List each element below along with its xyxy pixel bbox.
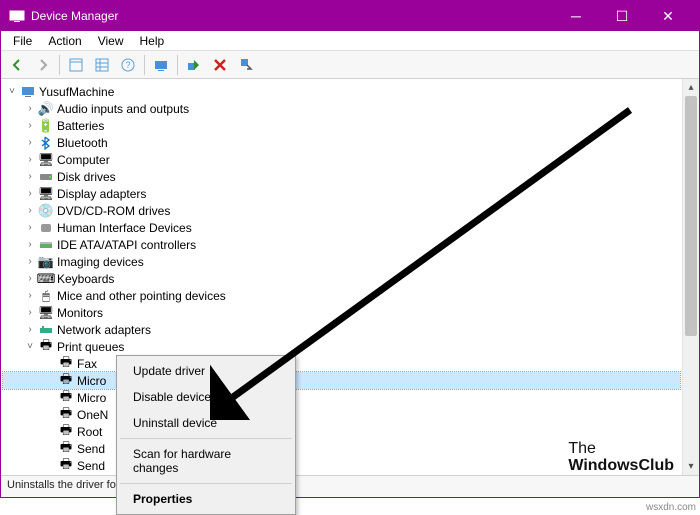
titlebar[interactable]: Device Manager ─ ☐ ✕ [1,1,699,31]
ctx-disable-device[interactable]: Disable device [119,384,293,410]
ctx-properties[interactable]: Properties [119,486,293,512]
computer-icon: 🖥 [37,152,55,168]
scroll-thumb[interactable] [685,96,697,336]
ctx-update-driver[interactable]: Update driver [119,358,293,384]
tree-category[interactable]: ›Network adapters [3,321,680,338]
display-icon: 🖥 [37,186,55,202]
toolbar-disable-button[interactable] [208,53,232,77]
tree-category[interactable]: ›Human Interface Devices [3,219,680,236]
scroll-track[interactable] [683,96,699,458]
expander-icon[interactable]: › [23,256,37,267]
device-manager-window: Device Manager ─ ☐ ✕ File Action View He… [0,0,700,498]
tree-device-selected[interactable]: 🖶Micro [3,372,680,389]
toolbar-show-hidden-button[interactable] [64,53,88,77]
tree-device[interactable]: 🖶Micro [3,389,680,406]
tree-root[interactable]: ˅ YusufMachine [3,83,680,100]
minimize-button[interactable]: ─ [553,1,599,31]
dvd-icon: 💿 [37,203,55,219]
tree-category[interactable]: ›🔋Batteries [3,117,680,134]
watermark: The WindowsClub [568,441,674,475]
expander-icon[interactable]: › [23,120,37,131]
expander-icon[interactable]: › [23,239,37,250]
menu-file[interactable]: File [5,32,40,50]
battery-icon: 🔋 [37,118,55,134]
svg-text:?: ? [125,60,130,70]
expander-icon[interactable]: › [23,103,37,114]
expander-icon[interactable]: › [23,222,37,233]
expander-icon[interactable]: › [23,273,37,284]
toolbar-properties-button[interactable] [90,53,114,77]
expander-icon[interactable]: › [23,154,37,165]
context-menu: Update driver Disable device Uninstall d… [116,355,296,515]
close-button[interactable]: ✕ [645,1,691,31]
source-watermark: wsxdn.com [646,502,696,513]
tree-device[interactable]: 🖶Root [3,423,680,440]
scroll-down-button[interactable]: ▾ [683,458,699,475]
expander-icon[interactable]: › [23,171,37,182]
tree-category[interactable]: ›💿DVD/CD-ROM drives [3,202,680,219]
toolbar-forward-button[interactable] [31,53,55,77]
ctx-uninstall-device[interactable]: Uninstall device [119,410,293,436]
vertical-scrollbar[interactable]: ▴ ▾ [682,79,699,475]
ide-icon [37,237,55,253]
expander-icon[interactable]: ˅ [5,86,19,97]
printer-icon: 🖶 [37,339,55,355]
toolbar-separator [177,55,178,75]
mouse-icon: 🖱 [37,288,55,304]
menu-view[interactable]: View [90,32,132,50]
window-controls: ─ ☐ ✕ [553,1,691,31]
tree-category[interactable]: ›Bluetooth [3,134,680,151]
ctx-separator [120,438,292,439]
tree-category[interactable]: ›🔊Audio inputs and outputs [3,100,680,117]
tree-category[interactable]: ›Disk drives [3,168,680,185]
tree-category[interactable]: ›⌨Keyboards [3,270,680,287]
tree-category-print-queues[interactable]: ˅🖶Print queues [3,338,680,355]
maximize-button[interactable]: ☐ [599,1,645,31]
menu-help[interactable]: Help [132,32,173,50]
tree-category[interactable]: ›🖱Mice and other pointing devices [3,287,680,304]
expander-icon[interactable]: › [23,290,37,301]
bluetooth-icon [37,135,55,151]
hid-icon [37,220,55,236]
tree-category[interactable]: ›IDE ATA/ATAPI controllers [3,236,680,253]
content-area: ˅ YusufMachine ›🔊Audio inputs and output… [1,79,699,475]
toolbar-back-button[interactable] [5,53,29,77]
tree-category[interactable]: ›📷Imaging devices [3,253,680,270]
expander-icon[interactable]: › [23,324,37,335]
ctx-scan-hardware[interactable]: Scan for hardware changes [119,441,293,481]
expander-icon[interactable]: › [23,188,37,199]
audio-icon: 🔊 [37,101,55,117]
monitor-icon: 🖥 [37,305,55,321]
expander-icon[interactable]: › [23,205,37,216]
tree-category[interactable]: ›🖥Monitors [3,304,680,321]
device-tree[interactable]: ˅ YusufMachine ›🔊Audio inputs and output… [1,79,682,475]
disk-icon [37,169,55,185]
menubar: File Action View Help [1,31,699,51]
expander-icon[interactable]: › [23,137,37,148]
ctx-separator [120,483,292,484]
toolbar: ? [1,51,699,79]
printer-icon: 🖶 [57,475,75,476]
tree-root-label: YusufMachine [37,85,114,99]
computer-icon [19,84,37,100]
toolbar-enable-button[interactable] [182,53,206,77]
toolbar-uninstall-button[interactable] [234,53,258,77]
menu-action[interactable]: Action [40,32,89,50]
tree-device[interactable]: 🖶Fax [3,355,680,372]
scroll-up-button[interactable]: ▴ [683,79,699,96]
expander-icon[interactable]: ˅ [23,341,37,352]
toolbar-separator [59,55,60,75]
window-title: Device Manager [31,9,553,23]
statusbar: Uninstalls the driver for the selected d… [1,475,699,497]
tree-category[interactable]: ›🖥Display adapters [3,185,680,202]
toolbar-separator [144,55,145,75]
tree-category[interactable]: ›🖥Computer [3,151,680,168]
tree-device[interactable]: 🖶OneN [3,406,680,423]
toolbar-scan-button[interactable] [149,53,173,77]
toolbar-help-button[interactable]: ? [116,53,140,77]
expander-icon[interactable]: › [23,307,37,318]
keyboard-icon: ⌨ [37,271,55,287]
imaging-icon: 📷 [37,254,55,270]
app-icon [9,8,25,24]
